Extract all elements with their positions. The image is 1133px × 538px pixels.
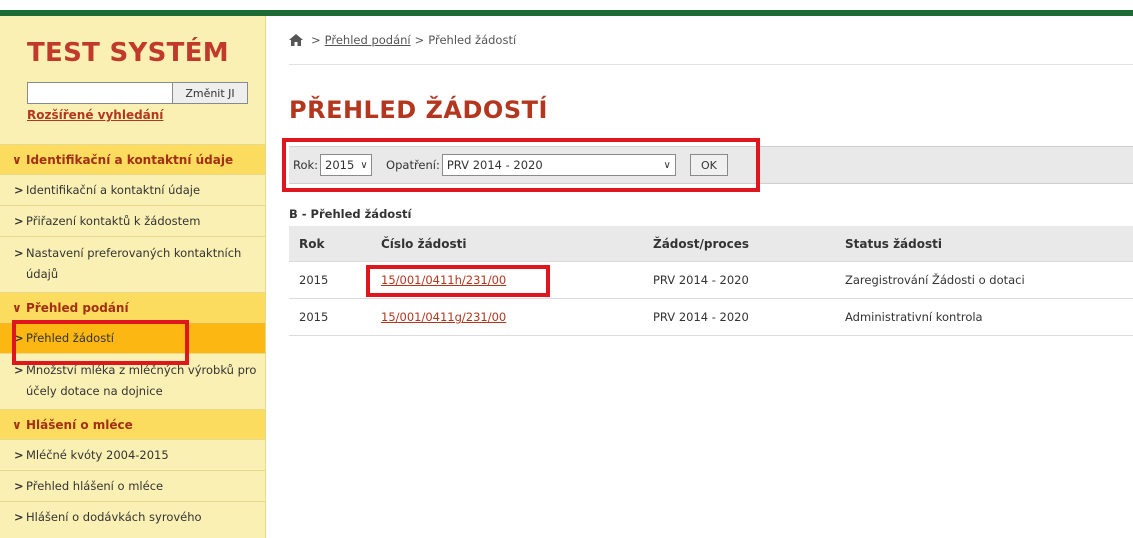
breadcrumb-current: Přehled žádostí: [428, 33, 517, 47]
chevron-right-icon: >: [14, 214, 24, 228]
highlight-box-row: [366, 265, 550, 297]
menu-item-label: Identifikační a kontaktní údaje: [26, 183, 201, 197]
cell-status: Administrativní kontrola: [845, 310, 983, 324]
menu-item-label: Hlášení o dodávkách syrového: [26, 510, 202, 524]
table-row: 2015 15/001/0411g/231/00 PRV 2014 - 2020…: [289, 299, 1133, 336]
highlight-box-menu: [12, 320, 189, 365]
divider: [289, 64, 1133, 65]
page-title: PŘEHLED ŽÁDOSTÍ: [289, 96, 548, 124]
breadcrumb-parent-link[interactable]: Přehled podání: [325, 33, 411, 47]
menu-item-label: Přehled hlášení o mléce: [26, 479, 164, 493]
column-header-process[interactable]: Žádost/proces: [643, 237, 835, 251]
home-icon[interactable]: [289, 34, 303, 46]
table-header-row: Rok Číslo žádosti Žádost/proces Status ž…: [289, 226, 1133, 262]
menu-item-label: Přiřazení kontaktů k žádostem: [26, 214, 201, 228]
menu-section-submissions[interactable]: ∨ Přehled podání: [0, 292, 265, 322]
menu-item-milk-reports-overview[interactable]: > Přehled hlášení o mléce: [0, 470, 265, 501]
menu-item-identification[interactable]: > Identifikační a kontaktní údaje: [0, 174, 265, 205]
column-header-number[interactable]: Číslo žádosti: [369, 237, 643, 251]
cell-status: Zaregistrování Žádosti o dotaci: [845, 273, 1025, 287]
menu-item-preferred-contacts[interactable]: > Nastavení preferovaných kontaktních úd…: [0, 236, 265, 292]
chevron-down-icon: ∨: [12, 152, 22, 167]
chevron-right-icon: >: [14, 183, 24, 197]
chevron-down-icon: ∨: [12, 300, 22, 315]
table-caption: B - Přehled žádostí: [289, 207, 412, 221]
highlight-box-filter: [282, 138, 760, 192]
brand-title: TEST SYSTÉM: [27, 38, 229, 68]
chevron-right-icon: >: [14, 510, 24, 524]
menu-item-label: Množství mléka z mléčných výrobků pro úč…: [26, 363, 257, 398]
sidebar: TEST SYSTÉM Změnit JI Rozšířené vyhledán…: [0, 16, 266, 538]
menu-section-identification[interactable]: ∨ Identifikační a kontaktní údaje: [0, 144, 265, 174]
cell-year: 2015: [299, 273, 329, 287]
menu-item-label: Nastavení preferovaných kontaktních údaj…: [26, 246, 242, 281]
menu-item-assign-contacts[interactable]: > Přiřazení kontaktů k žádostem: [0, 205, 265, 236]
breadcrumb-separator: >: [311, 33, 321, 47]
cell-year: 2015: [299, 310, 329, 324]
chevron-down-icon: ∨: [12, 417, 22, 432]
breadcrumb-separator: >: [414, 33, 425, 47]
advanced-search-link[interactable]: Rozšířené vyhledání: [27, 108, 163, 122]
menu-item-raw-milk-deliveries[interactable]: > Hlášení o dodávkách syrového: [0, 501, 265, 532]
column-header-year[interactable]: Rok: [289, 237, 369, 251]
column-header-status[interactable]: Status žádosti: [835, 237, 1133, 251]
chevron-right-icon: >: [14, 246, 24, 260]
change-ji-button[interactable]: Změnit JI: [172, 82, 248, 104]
menu-item-milk-quotas[interactable]: > Mléčné kvóty 2004-2015: [0, 439, 265, 470]
menu-item-label: Mléčné kvóty 2004-2015: [26, 448, 169, 462]
chevron-right-icon: >: [14, 448, 24, 462]
menu-section-label: Hlášení o mléce: [26, 417, 133, 432]
breadcrumb: > Přehled podání > Přehled žádostí: [289, 33, 516, 47]
cell-process: PRV 2014 - 2020: [653, 273, 749, 287]
search-input[interactable]: [27, 82, 173, 104]
cell-process: PRV 2014 - 2020: [653, 310, 749, 324]
menu-section-milk-reports[interactable]: ∨ Hlášení o mléce: [0, 409, 265, 439]
menu-section-label: Přehled podání: [26, 300, 129, 315]
menu-section-label: Identifikační a kontaktní údaje: [26, 152, 234, 167]
chevron-right-icon: >: [14, 479, 24, 493]
application-number-link[interactable]: 15/001/0411g/231/00: [381, 310, 506, 324]
